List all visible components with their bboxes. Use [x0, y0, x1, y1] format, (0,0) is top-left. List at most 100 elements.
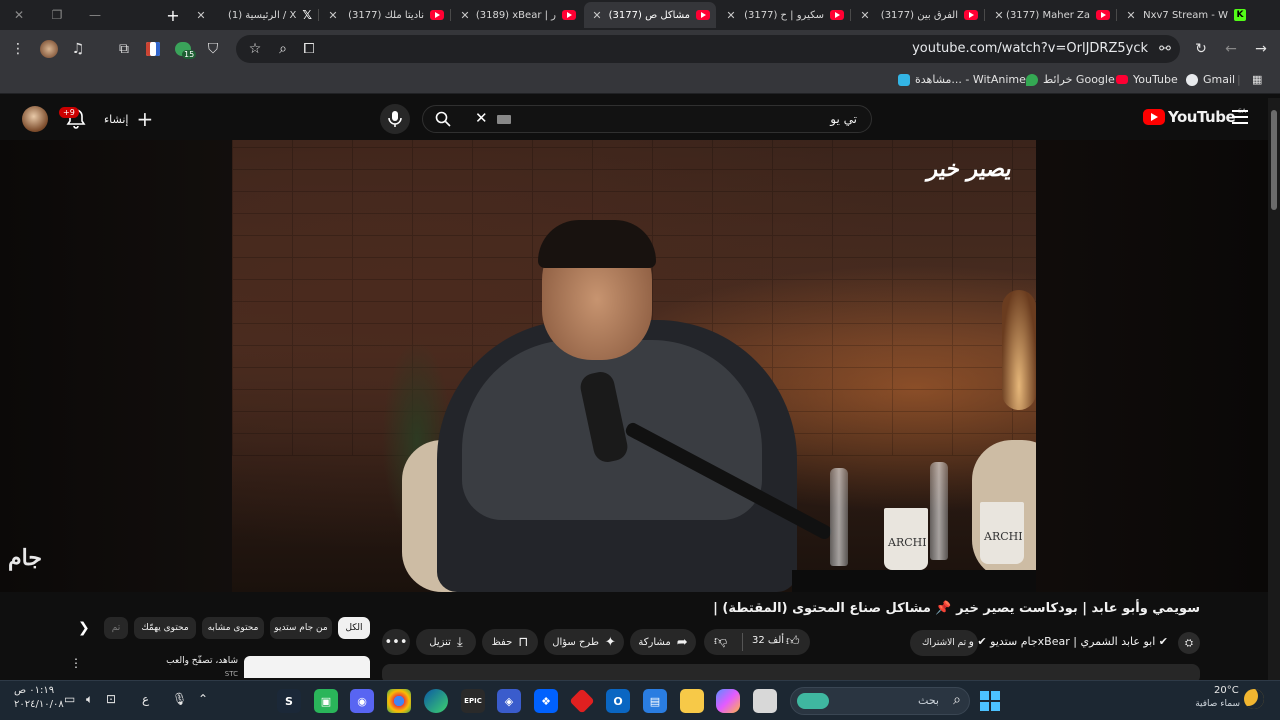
- tab-sekiro[interactable]: ✕ (3177) سكيرو | ح: [718, 2, 850, 28]
- extensions-puzzle-icon[interactable]: ⧉: [113, 38, 135, 60]
- bookmark-star-icon[interactable]: ☆: [244, 38, 266, 60]
- install-app-icon[interactable]: ⧠: [298, 38, 320, 60]
- new-tab-plus-icon[interactable]: +: [154, 0, 192, 30]
- search-icon[interactable]: [435, 111, 451, 131]
- shield-icon[interactable]: ⛉: [202, 38, 224, 60]
- create-button[interactable]: إنشاء +: [104, 106, 153, 132]
- forward-arrow-icon[interactable]: ←: [1220, 38, 1242, 60]
- extension-icon[interactable]: [142, 38, 164, 60]
- tab-close-icon[interactable]: ✕: [590, 9, 604, 22]
- tab-close-icon[interactable]: ✕: [326, 9, 340, 22]
- bookmark-witanime[interactable]: مشاهدة... - WitAnime: [898, 73, 1026, 86]
- zoom-icon[interactable]: ⌕: [272, 38, 294, 60]
- chevron-right-icon[interactable]: ❯: [78, 620, 90, 636]
- store-icon[interactable]: ▤: [643, 689, 667, 713]
- bookmark-gmail[interactable]: Gmail: [1186, 73, 1235, 86]
- voice-search-mic-icon[interactable]: [380, 104, 410, 134]
- tab-alfarq[interactable]: ✕ (3177) الفرق بين: [852, 2, 984, 28]
- back-arrow-icon[interactable]: →: [1250, 38, 1272, 60]
- tab-nxv7[interactable]: ✕ Nxv7 Stream - W K: [1118, 2, 1252, 28]
- channel-names[interactable]: جام ستديو ✔ وxBear | ابو عابد الشمري ✔: [969, 635, 1168, 648]
- tab-close-icon[interactable]: ✕: [194, 9, 208, 22]
- taskbar-search[interactable]: بحث ⌕: [790, 687, 970, 715]
- tab-close-icon[interactable]: ✕: [858, 9, 872, 22]
- media-controls-icon[interactable]: ♫: [67, 38, 89, 60]
- clock-date[interactable]: ٢٠٢٤/١٠/٠٨: [14, 699, 64, 710]
- microphone-tray-icon[interactable]: 🎙︎: [172, 692, 187, 706]
- clear-search-icon[interactable]: ✕: [475, 109, 488, 127]
- tab-title: (3177) الفرق بين: [880, 9, 958, 21]
- chip-related[interactable]: محتوى مشابه: [202, 617, 264, 639]
- tab-close-icon[interactable]: ✕: [992, 9, 1006, 22]
- windows-start-icon[interactable]: [978, 689, 1002, 713]
- outlook-icon[interactable]: O: [606, 689, 630, 713]
- app-red-icon[interactable]: [569, 688, 595, 714]
- save-button[interactable]: حفظ ⊓: [482, 629, 538, 655]
- hamburger-menu-icon[interactable]: [1232, 110, 1248, 124]
- tab-close-icon[interactable]: ✕: [1124, 9, 1138, 22]
- address-bar[interactable]: ☆ ⌕ ⧠ youtube.com/watch?v=OrlJDRZ5yck ⚯: [236, 35, 1180, 63]
- url-text[interactable]: youtube.com/watch?v=OrlJDRZ5yck: [912, 41, 1148, 56]
- discord-icon[interactable]: ◉: [350, 689, 374, 713]
- scrollbar-thumb[interactable]: [1271, 110, 1277, 210]
- site-settings-icon[interactable]: ⚯: [1154, 38, 1176, 60]
- like-icon[interactable]: 👍︎: [786, 634, 800, 649]
- app-white-icon[interactable]: [753, 689, 777, 713]
- edge-icon[interactable]: [424, 689, 448, 713]
- page-scrollbar[interactable]: [1268, 98, 1280, 680]
- kebab-menu-icon[interactable]: ⋮: [70, 656, 82, 670]
- file-explorer-icon[interactable]: [680, 689, 704, 713]
- bookmark-youtube[interactable]: YouTube: [1116, 73, 1178, 86]
- restore-window-icon[interactable]: ❐: [38, 0, 76, 30]
- network-icon[interactable]: ⊡: [106, 692, 116, 706]
- tab-nadita[interactable]: ✕ (3177) ناديتا ملك: [320, 2, 450, 28]
- channel-avatar[interactable]: ⛭: [1178, 632, 1200, 654]
- ask-question-button[interactable]: طرح سؤال ✦: [544, 629, 624, 655]
- battery-icon[interactable]: ▭: [64, 692, 75, 706]
- close-window-icon[interactable]: ✕: [0, 0, 38, 30]
- profile-avatar[interactable]: [38, 38, 60, 60]
- tab-maher[interactable]: ✕ (3177) Maher Za: [986, 2, 1116, 28]
- tab-active-video[interactable]: ✕ (3177) مشاكل ص: [584, 2, 716, 28]
- clock-time[interactable]: ٠١:١٩ ص: [14, 685, 54, 696]
- search-input[interactable]: تي يو: [830, 112, 857, 126]
- minimize-window-icon[interactable]: —: [76, 0, 114, 30]
- tab-close-icon[interactable]: ✕: [458, 9, 472, 22]
- copilot-icon[interactable]: [716, 689, 740, 713]
- dropbox-icon[interactable]: ❖: [534, 689, 558, 713]
- weather-temp[interactable]: 20°C: [1214, 685, 1239, 696]
- keyboard-icon[interactable]: [497, 115, 511, 124]
- epic-games-icon[interactable]: EPIC: [461, 689, 485, 713]
- apps-grid-icon[interactable]: ▦: [1252, 73, 1262, 86]
- youtube-logo[interactable]: YouTube SA: [1143, 108, 1246, 126]
- app-icon[interactable]: ◈: [497, 689, 521, 713]
- tab-x-home[interactable]: ✕ (1) الرئيسية / X 𝕏: [188, 2, 318, 28]
- tab-close-icon[interactable]: ✕: [724, 9, 738, 22]
- steam-icon[interactable]: S: [277, 689, 301, 713]
- video-player[interactable]: ARCHI ARCHI يصير خير: [232, 140, 1036, 592]
- download-button[interactable]: تنزيل ⤓: [416, 629, 476, 655]
- chip-partial[interactable]: تم: [104, 617, 128, 639]
- chrome-icon[interactable]: [387, 689, 411, 713]
- bookmark-maps[interactable]: خرائط Google: [1026, 73, 1115, 86]
- language-indicator[interactable]: ع: [142, 692, 149, 706]
- phone-link-icon[interactable]: ▣: [314, 689, 338, 713]
- more-actions-button[interactable]: •••: [382, 629, 410, 655]
- chip-for-you[interactable]: محتوى يهمّك: [134, 617, 196, 639]
- moon-weather-icon[interactable]: [1244, 689, 1264, 709]
- chevron-up-icon[interactable]: ⌃: [198, 692, 208, 706]
- share-button[interactable]: مشاركة ➦: [630, 629, 696, 655]
- recommended-thumbnail[interactable]: [244, 656, 370, 678]
- kebab-menu-icon[interactable]: ⋮: [7, 38, 29, 60]
- extension-green-icon[interactable]: 15: [172, 38, 197, 60]
- chip-from-channel[interactable]: من جام ستديو: [270, 617, 332, 639]
- search-box[interactable]: ✕ تي يو: [422, 105, 872, 133]
- reload-icon[interactable]: ↻: [1190, 38, 1212, 60]
- chip-all[interactable]: الكل: [338, 617, 370, 639]
- like-count[interactable]: 32 ألف: [752, 635, 784, 646]
- recommended-title[interactable]: شاهد، تصفّح والعب: [120, 656, 238, 666]
- dislike-icon[interactable]: 👎︎: [714, 634, 727, 649]
- volume-icon[interactable]: 🔈︎: [86, 692, 93, 707]
- tab-xbear[interactable]: ✕ (3189) xBear | ر: [452, 2, 582, 28]
- avatar[interactable]: [22, 106, 48, 132]
